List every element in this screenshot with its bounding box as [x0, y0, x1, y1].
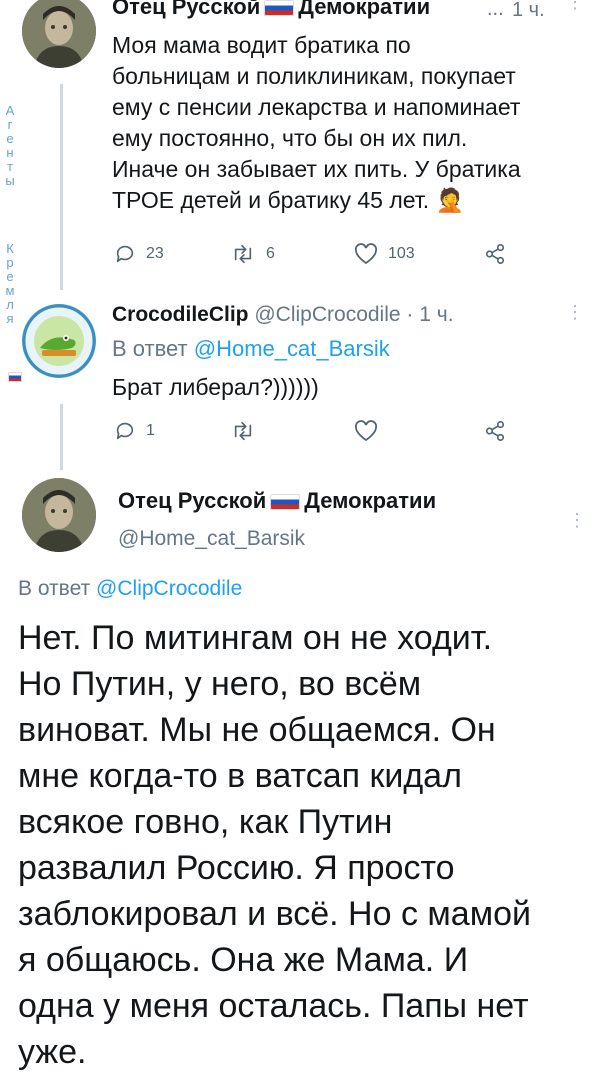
display-name[interactable]: CrocodileClip — [112, 303, 249, 326]
tweet-text: Брат либерал?)))))) — [112, 374, 319, 400]
heart-icon — [354, 243, 378, 265]
reply-count: 23 — [146, 245, 164, 262]
tweet-text: Моя мама водит братика по больницам и по… — [112, 32, 521, 213]
share-icon — [485, 244, 505, 264]
display-name[interactable]: Отец Русской Демократии — [112, 0, 430, 20]
share-button[interactable] — [484, 420, 506, 442]
tweet-text: Нет. По митингам он не ходит. Но Путин, … — [18, 619, 531, 1071]
reply-button[interactable]: 23 — [114, 243, 230, 265]
like-button[interactable]: 103 — [354, 243, 484, 265]
share-button[interactable] — [484, 243, 506, 265]
retweet-button[interactable]: 6 — [230, 243, 354, 265]
reply-icon — [116, 422, 134, 440]
reply-to-link[interactable]: @ClipCrocodile — [96, 577, 242, 600]
handle[interactable]: @Home_cat_Barsik — [118, 527, 305, 551]
thread-line-2 — [60, 404, 63, 470]
tweet-header: CrocodileClip @ClipCrocodile · 1 ч. — [112, 303, 454, 327]
name-ellipsis: ... — [487, 0, 504, 20]
reply-count: 1 — [146, 422, 155, 439]
more-options-icon[interactable]: ⋮ — [566, 302, 584, 323]
share-icon — [485, 421, 505, 441]
reply-context: В ответ @ClipCrocodile — [18, 577, 243, 600]
tweet-actions: 23 6 103 — [114, 243, 514, 265]
side-watermark-kremlin: Кремля — [5, 241, 15, 326]
tweet-actions: 1 — [114, 420, 514, 442]
reply-to-link[interactable]: @Home_cat_Barsik — [194, 336, 390, 361]
side-flag-icon — [8, 372, 22, 382]
facepalm-emoji-icon: 🤦 — [435, 187, 465, 213]
tweet-time[interactable]: · 1 ч. — [406, 303, 453, 326]
display-name[interactable]: Отец Русской Демократии — [118, 488, 436, 514]
retweet-count: 6 — [266, 245, 275, 262]
retweet-icon — [234, 421, 252, 441]
avatar-portrait-icon — [22, 478, 96, 552]
tweet-time[interactable]: 1 ч. — [512, 0, 545, 22]
like-button[interactable] — [354, 420, 484, 442]
retweet-icon — [234, 244, 252, 264]
like-count: 103 — [388, 245, 415, 262]
handle[interactable]: @ClipCrocodile — [254, 303, 400, 326]
side-watermark-agents: Агенты — [5, 103, 15, 188]
avatar[interactable] — [22, 304, 96, 378]
reply-icon — [116, 245, 134, 263]
retweet-button[interactable] — [230, 420, 354, 442]
avatar-portrait-icon — [22, 0, 96, 68]
avatar[interactable] — [22, 478, 96, 552]
heart-icon — [354, 420, 378, 442]
more-options-icon[interactable]: ⋮ — [568, 510, 586, 531]
crocodile-logo-icon — [22, 304, 96, 378]
more-options-icon[interactable]: ⋮ — [566, 0, 584, 13]
russia-flag-icon — [264, 0, 295, 17]
russia-flag-icon — [270, 494, 301, 511]
thread-line-1 — [60, 84, 63, 290]
reply-context: В ответ @Home_cat_Barsik — [112, 336, 390, 361]
avatar[interactable] — [22, 0, 96, 68]
reply-button[interactable]: 1 — [114, 420, 230, 442]
